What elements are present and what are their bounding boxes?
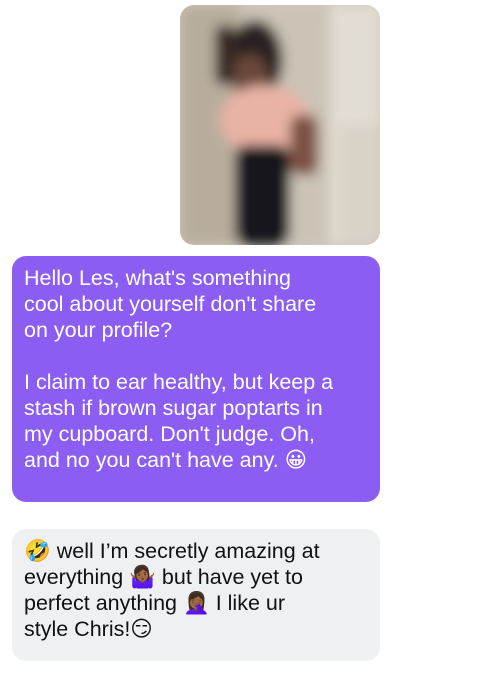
photo-image xyxy=(180,5,380,245)
incoming-message-bubble[interactable]: 🤣 well I’m secretly amazing at everythin… xyxy=(12,529,380,661)
outgoing-message-bubble[interactable]: Hello Les, what's something cool about y… xyxy=(12,256,380,502)
profile-photo[interactable] xyxy=(180,5,380,245)
